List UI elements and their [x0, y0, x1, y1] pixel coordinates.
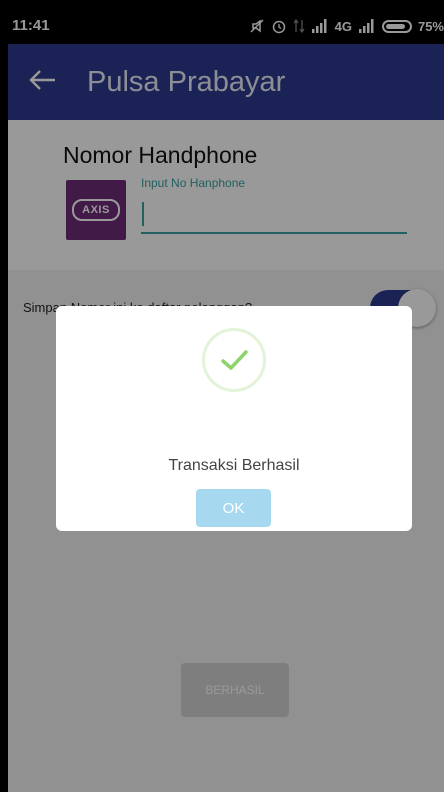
success-dialog: Transaksi Berhasil OK: [56, 306, 412, 531]
checkmark-icon: [221, 350, 248, 370]
dialog-message: Transaksi Berhasil: [168, 457, 300, 474]
ok-button[interactable]: OK: [196, 489, 271, 527]
success-circle: [202, 328, 266, 392]
app-screen: 11:41 4G 75% Pulsa Prabayar Nomor Handph…: [8, 8, 444, 792]
